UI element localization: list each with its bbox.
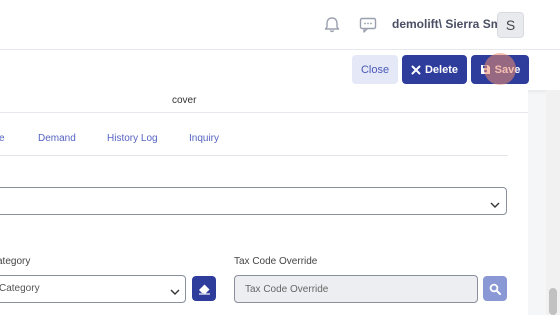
chevron-down-icon <box>170 284 180 295</box>
search-button[interactable] <box>483 276 507 301</box>
floppy-disk-icon <box>480 65 490 74</box>
tab-inquiry[interactable]: Inquiry <box>189 133 219 144</box>
category-select-value: Category <box>0 283 40 294</box>
top-select[interactable] <box>0 187 507 215</box>
tax-code-override-label: Tax Code Override <box>234 256 318 267</box>
search-icon <box>489 283 501 295</box>
tab-demand[interactable]: Demand <box>38 133 76 144</box>
tab-partial[interactable]: e <box>0 133 5 144</box>
page-scrollbar[interactable] <box>546 90 560 315</box>
clear-category-button[interactable] <box>192 276 216 301</box>
tab-history-log[interactable]: History Log <box>107 133 158 144</box>
tax-code-override-input[interactable] <box>234 275 478 303</box>
category-label: ategory <box>0 256 31 267</box>
close-button-label: Close <box>360 63 390 76</box>
delete-button[interactable]: Delete <box>402 55 467 84</box>
close-button[interactable]: Close <box>352 55 398 84</box>
bell-icon[interactable] <box>322 15 342 35</box>
section-caption: cover <box>172 95 197 106</box>
save-button-label: Save <box>494 63 521 76</box>
avatar[interactable]: S <box>497 12 524 38</box>
x-icon <box>411 65 421 74</box>
divider <box>0 112 528 113</box>
tab-divider <box>0 155 508 156</box>
chat-icon[interactable] <box>358 15 378 35</box>
save-button[interactable]: Save <box>471 55 529 84</box>
delete-button-label: Delete <box>424 63 459 76</box>
chevron-down-icon <box>490 197 500 208</box>
eraser-icon <box>198 284 210 295</box>
scrollbar-thumb[interactable] <box>549 288 557 315</box>
